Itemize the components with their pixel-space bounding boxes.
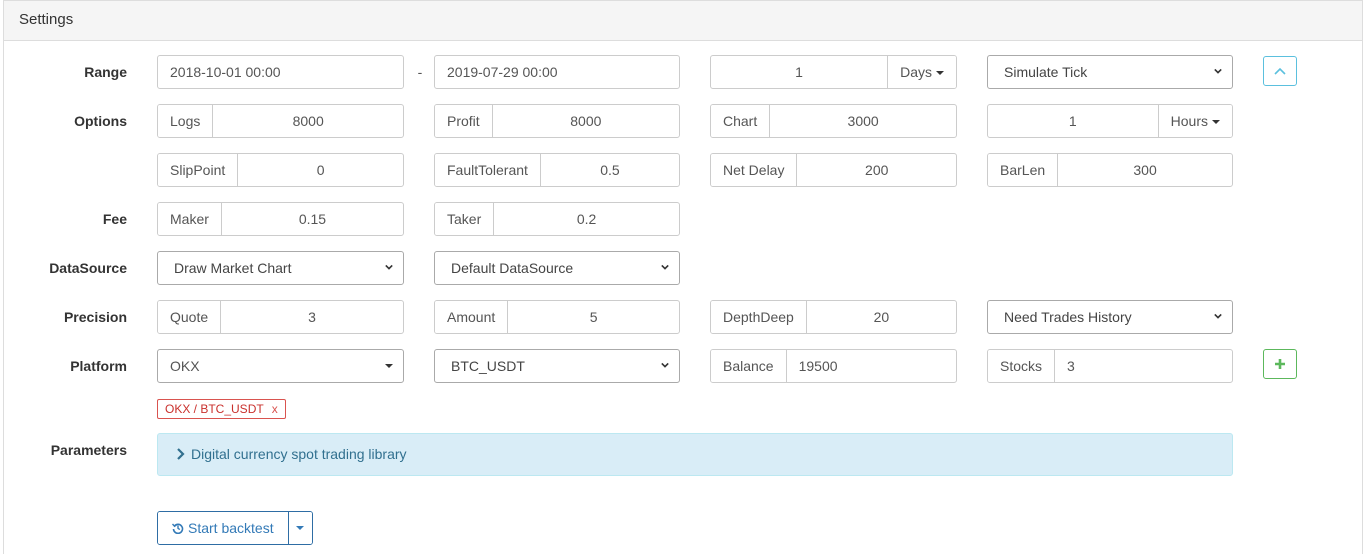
- chevron-down-icon: [385, 264, 393, 270]
- netdelay-addon: Net Delay: [711, 154, 798, 186]
- history-icon: [172, 523, 184, 534]
- plus-icon: [1275, 359, 1285, 369]
- profit-input[interactable]: 8000: [493, 105, 679, 137]
- maker-input[interactable]: 0.15: [222, 203, 403, 235]
- slippoint-input-group: SlipPoint 0: [157, 153, 404, 187]
- slippoint-input[interactable]: 0: [238, 154, 403, 186]
- stocks-input-group: Stocks 3: [987, 349, 1233, 383]
- chart-mode-select[interactable]: Draw Market Chart: [157, 251, 404, 285]
- logs-input[interactable]: 8000: [213, 105, 403, 137]
- slippoint-addon: SlipPoint: [158, 154, 239, 186]
- chevron-right-icon: [177, 448, 185, 460]
- exchange-select[interactable]: OKX: [157, 349, 404, 383]
- exchange-tag-label: OKX / BTC_USDT: [165, 402, 264, 416]
- chart-addon: Chart: [711, 105, 771, 137]
- barlen-addon: BarLen: [988, 154, 1059, 186]
- taker-input[interactable]: 0.2: [494, 203, 679, 235]
- barlen-input[interactable]: 300: [1058, 154, 1232, 186]
- datasource-select[interactable]: Default DataSource: [434, 251, 680, 285]
- profit-input-group: Profit 8000: [434, 104, 680, 138]
- netdelay-input[interactable]: 200: [797, 154, 956, 186]
- stocks-input[interactable]: 3: [1055, 350, 1232, 382]
- datasource-label: DataSource: [49, 260, 127, 276]
- kline-unit-dropdown[interactable]: Hours: [1157, 105, 1232, 137]
- exchange-select-value: OKX: [170, 358, 200, 374]
- start-backtest-button[interactable]: Start backtest: [158, 512, 288, 544]
- faulttolerant-input[interactable]: 0.5: [541, 154, 679, 186]
- quote-input-group: Quote 3: [157, 300, 404, 334]
- chart-input-group: Chart 3000: [710, 104, 957, 138]
- caret-down-icon: [296, 526, 305, 530]
- backtest-button-group: Start backtest: [157, 511, 313, 545]
- pair-select[interactable]: BTC_USDT: [434, 349, 680, 383]
- tag-remove-button[interactable]: x: [272, 402, 278, 416]
- mode-select-value: Simulate Tick: [1004, 64, 1088, 80]
- datasource-select-value: Default DataSource: [451, 260, 574, 276]
- range-separator: -: [417, 64, 423, 80]
- kline-value-input[interactable]: 1: [988, 105, 1158, 137]
- barlen-input-group: BarLen 300: [987, 153, 1233, 187]
- period-input-group: 1 Days: [710, 55, 957, 89]
- caret-down-icon: [1212, 120, 1220, 125]
- logs-input-group: Logs 8000: [157, 104, 404, 138]
- chevron-down-icon: [661, 362, 669, 368]
- taker-input-group: Taker 0.2: [434, 202, 680, 236]
- range-label: Range: [84, 64, 127, 80]
- caret-down-icon: [385, 364, 393, 368]
- exchange-tag: OKX / BTC_USDT x: [157, 399, 286, 419]
- trades-history-select[interactable]: Need Trades History: [987, 300, 1233, 334]
- faulttolerant-input-group: FaultTolerant 0.5: [434, 153, 680, 187]
- amount-input[interactable]: 5: [508, 301, 679, 333]
- chart-mode-select-value: Draw Market Chart: [174, 260, 292, 276]
- balance-input[interactable]: 19500: [787, 350, 956, 382]
- trades-history-select-value: Need Trades History: [1004, 309, 1132, 325]
- backtest-dropdown-toggle[interactable]: [287, 512, 312, 544]
- profit-addon: Profit: [435, 105, 493, 137]
- caret-down-icon: [936, 71, 944, 76]
- depth-input-group: DepthDeep 20: [710, 300, 957, 334]
- platform-label: Platform: [70, 358, 127, 374]
- period-unit-dropdown[interactable]: Days: [887, 56, 956, 88]
- library-panel-toggle[interactable]: Digital currency spot trading library: [157, 433, 1233, 476]
- faulttolerant-addon: FaultTolerant: [435, 154, 541, 186]
- quote-input[interactable]: 3: [221, 301, 403, 333]
- depth-addon: DepthDeep: [711, 301, 807, 333]
- amount-input-group: Amount 5: [434, 300, 680, 334]
- pair-select-value: BTC_USDT: [451, 358, 525, 374]
- parameters-label: Parameters: [50, 442, 127, 458]
- chart-input[interactable]: 3000: [770, 105, 956, 137]
- logs-addon: Logs: [158, 105, 214, 137]
- period-value-input[interactable]: 1: [711, 56, 887, 88]
- quote-addon: Quote: [158, 301, 222, 333]
- depth-input[interactable]: 20: [807, 301, 956, 333]
- netdelay-input-group: Net Delay 200: [710, 153, 957, 187]
- balance-input-group: Balance 19500: [710, 349, 957, 383]
- period-unit-label: Days: [900, 64, 932, 80]
- taker-addon: Taker: [435, 203, 495, 235]
- amount-addon: Amount: [435, 301, 509, 333]
- chevron-down-icon: [1214, 313, 1222, 319]
- add-exchange-button[interactable]: [1263, 349, 1297, 379]
- start-backtest-label: Start backtest: [188, 520, 274, 536]
- kline-unit-label: Hours: [1170, 113, 1208, 129]
- collapse-button[interactable]: [1263, 56, 1297, 86]
- precision-label: Precision: [63, 309, 127, 325]
- panel-title: Settings: [4, 1, 1362, 41]
- stocks-addon: Stocks: [988, 350, 1056, 382]
- balance-addon: Balance: [711, 350, 787, 382]
- fee-label: Fee: [102, 211, 127, 227]
- maker-input-group: Maker 0.15: [157, 202, 404, 236]
- library-title: Digital currency spot trading library: [191, 446, 407, 462]
- mode-select[interactable]: Simulate Tick: [987, 55, 1233, 89]
- chevron-down-icon: [1214, 68, 1222, 74]
- options-label: Options: [74, 113, 127, 129]
- range-start-input[interactable]: 2018-10-01 00:00: [157, 55, 404, 89]
- chevron-down-icon: [661, 264, 669, 270]
- range-end-input[interactable]: 2019-07-29 00:00: [434, 55, 680, 89]
- kline-input-group: 1 Hours: [987, 104, 1233, 138]
- chevron-up-icon: [1274, 67, 1286, 75]
- maker-addon: Maker: [158, 203, 222, 235]
